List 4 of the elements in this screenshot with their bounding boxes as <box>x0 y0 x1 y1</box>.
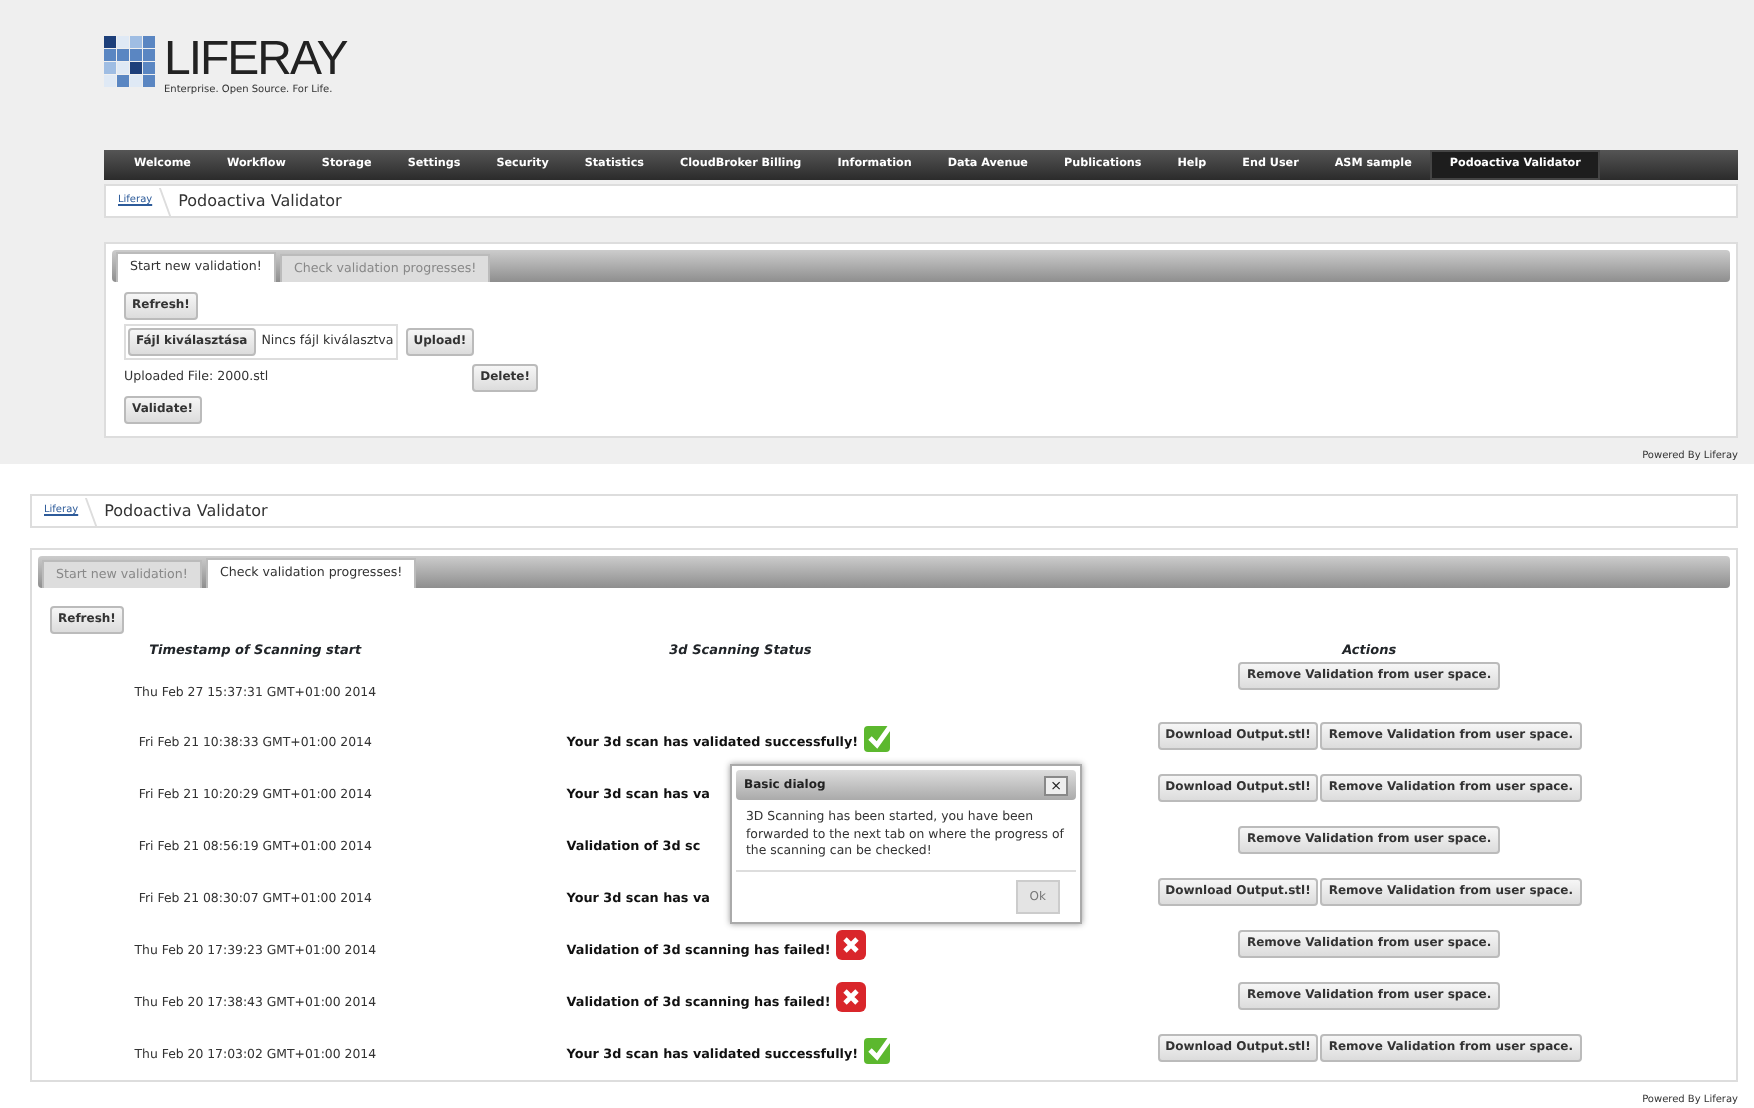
breadcrumb-current: Podoactiva Validator <box>178 189 342 213</box>
breadcrumb-current: Podoactiva Validator <box>104 499 268 523</box>
logo-wordmark: LIFERAY <box>164 36 347 84</box>
logo-icon <box>104 36 156 88</box>
